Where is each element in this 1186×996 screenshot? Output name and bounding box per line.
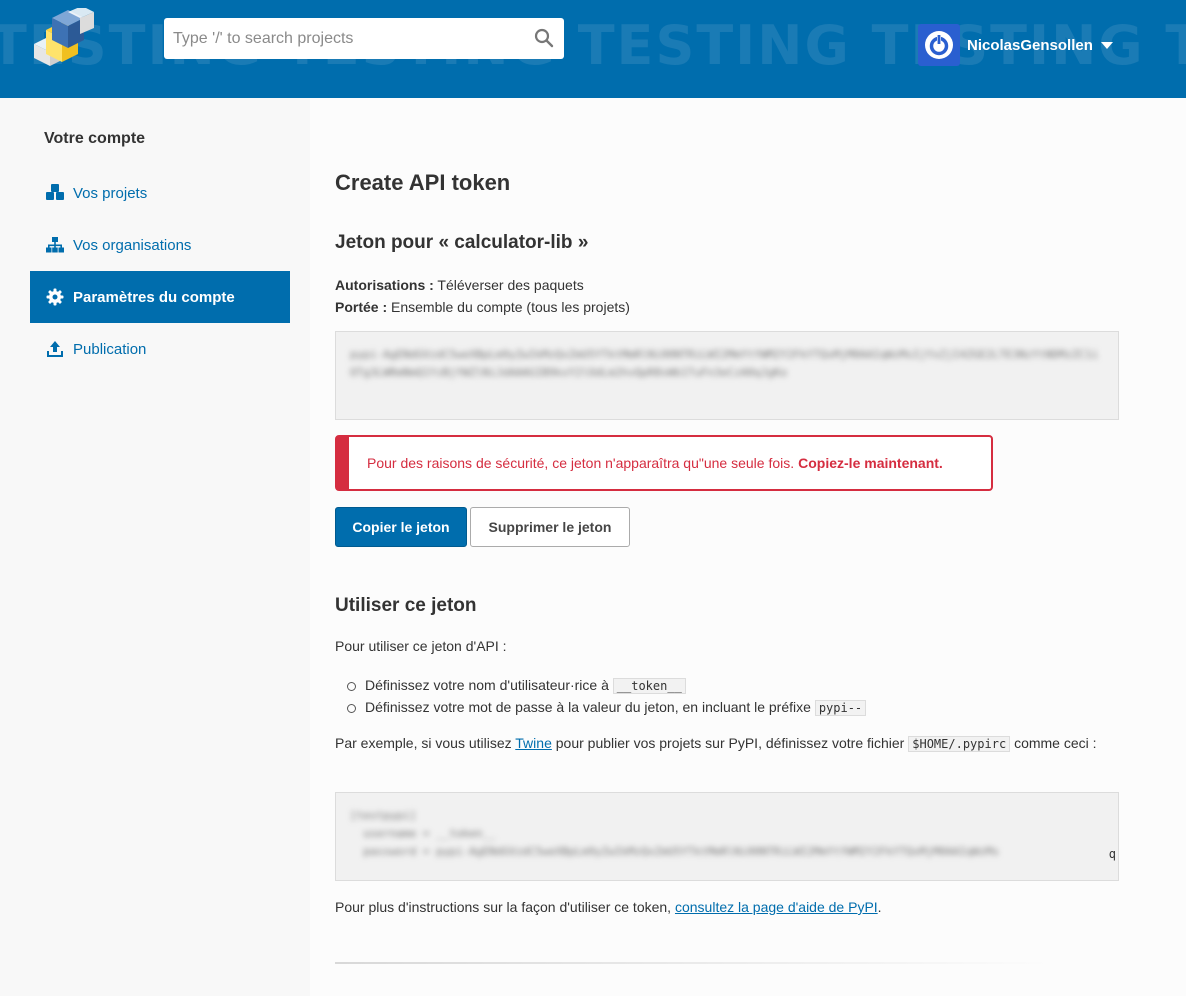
- use-intro: Pour utiliser ce jeton d'API :: [335, 638, 507, 654]
- alert-strong-text: Copiez-le maintenant.: [798, 455, 943, 471]
- list-item: Définissez votre mot de passe à la valeu…: [346, 696, 867, 718]
- search-bar: [164, 18, 564, 59]
- scope-value: Ensemble du compte (tous les projets): [391, 299, 630, 315]
- chevron-down-icon[interactable]: [1100, 41, 1113, 49]
- cubes-icon: [45, 183, 65, 203]
- twine-link[interactable]: Twine: [515, 735, 552, 751]
- sidebar-item-label: Vos organisations: [73, 236, 192, 254]
- security-alert: Pour des raisons de sécurité, ce jeton n…: [335, 435, 993, 491]
- pypi-help-link[interactable]: consultez la page d'aide de PyPI: [675, 899, 878, 915]
- pypirc-path-code: $HOME/.pypirc: [908, 736, 1011, 752]
- permissions-label: Autorisations :: [335, 277, 434, 293]
- main-content: Create API token Jeton pour « calculator…: [310, 98, 1186, 996]
- example-paragraph: Par exemple, si vous utilisez Twine pour…: [335, 732, 1125, 755]
- example-text-start: Par exemple, si vous utilisez: [335, 735, 512, 751]
- site-header: TESTING TESTING TESTING TESTING TESTING …: [0, 0, 1186, 98]
- help-text: Pour plus d'instructions sur la façon d'…: [335, 899, 672, 915]
- sitemap-icon: [45, 235, 65, 255]
- sidebar-item-publishing[interactable]: Publication: [30, 323, 290, 375]
- upload-icon: [45, 339, 65, 359]
- sidebar-item-projects[interactable]: Vos projets: [30, 167, 290, 219]
- divider: [335, 962, 1055, 964]
- permissions-value: Téléverser des paquets: [437, 277, 584, 293]
- delete-token-button[interactable]: Supprimer le jeton: [470, 507, 630, 547]
- search-input[interactable]: [164, 18, 514, 59]
- gear-icon: [45, 287, 65, 307]
- instructions-list: Définissez votre nom d'utilisateur·rice …: [346, 674, 867, 718]
- token-value[interactable]: pypi-AgENdGVzdC5weXBpLm9yZwIkMzQxZmU5YTk…: [350, 346, 1104, 382]
- sidebar-item-label: Publication: [73, 340, 147, 358]
- copy-token-button[interactable]: Copier le jeton: [335, 507, 467, 547]
- pypirc-code-block[interactable]: [testpypi] username = __token__ password…: [335, 792, 1119, 881]
- search-icon[interactable]: [534, 28, 554, 48]
- step-username-text: Définissez votre nom d'utilisateur·rice …: [365, 677, 609, 693]
- account-sidebar: Votre compte Vos projets Vos organisatio…: [0, 98, 310, 996]
- username[interactable]: NicolasGensollen: [967, 37, 1093, 54]
- avatar[interactable]: [918, 24, 960, 66]
- scope-label: Portée :: [335, 299, 388, 315]
- sidebar-item-account-settings[interactable]: Paramètres du compte: [30, 271, 290, 323]
- pypi-logo[interactable]: [26, 8, 96, 66]
- step-password-text: Définissez votre mot de passe à la valeu…: [365, 699, 811, 715]
- example-text-mid: pour publier vos projets sur PyPI, défin…: [555, 735, 905, 751]
- page-title: Create API token: [335, 170, 511, 195]
- token-value-box[interactable]: pypi-AgENdGVzdC5weXBpLm9yZwIkMzQxZmU5YTk…: [335, 331, 1119, 420]
- alert-text: Pour des raisons de sécurité, ce jeton n…: [367, 455, 795, 471]
- token-meta: Autorisations : Téléverser des paquets P…: [335, 274, 630, 318]
- user-menu[interactable]: NicolasGensollen: [918, 24, 1113, 66]
- help-paragraph: Pour plus d'instructions sur la façon d'…: [335, 896, 882, 918]
- token-heading: Jeton pour « calculator-lib »: [335, 232, 589, 253]
- pypirc-config[interactable]: [testpypi] username = __token__ password…: [350, 807, 1104, 861]
- sidebar-title: Votre compte: [44, 130, 146, 147]
- example-text-end: comme ceci :: [1014, 735, 1097, 751]
- use-token-heading: Utiliser ce jeton: [335, 595, 477, 616]
- sidebar-item-organisations[interactable]: Vos organisations: [30, 219, 290, 271]
- token-username-code: __token__: [612, 678, 686, 694]
- sidebar-item-label: Paramètres du compte: [73, 288, 235, 306]
- power-avatar-icon: [925, 31, 953, 59]
- help-text-end: .: [877, 899, 882, 915]
- pypirc-config-edge: q: [1108, 847, 1116, 861]
- sidebar-item-label: Vos projets: [73, 184, 148, 202]
- token-prefix-code: pypi--: [814, 700, 867, 716]
- list-item: Définissez votre nom d'utilisateur·rice …: [346, 674, 866, 696]
